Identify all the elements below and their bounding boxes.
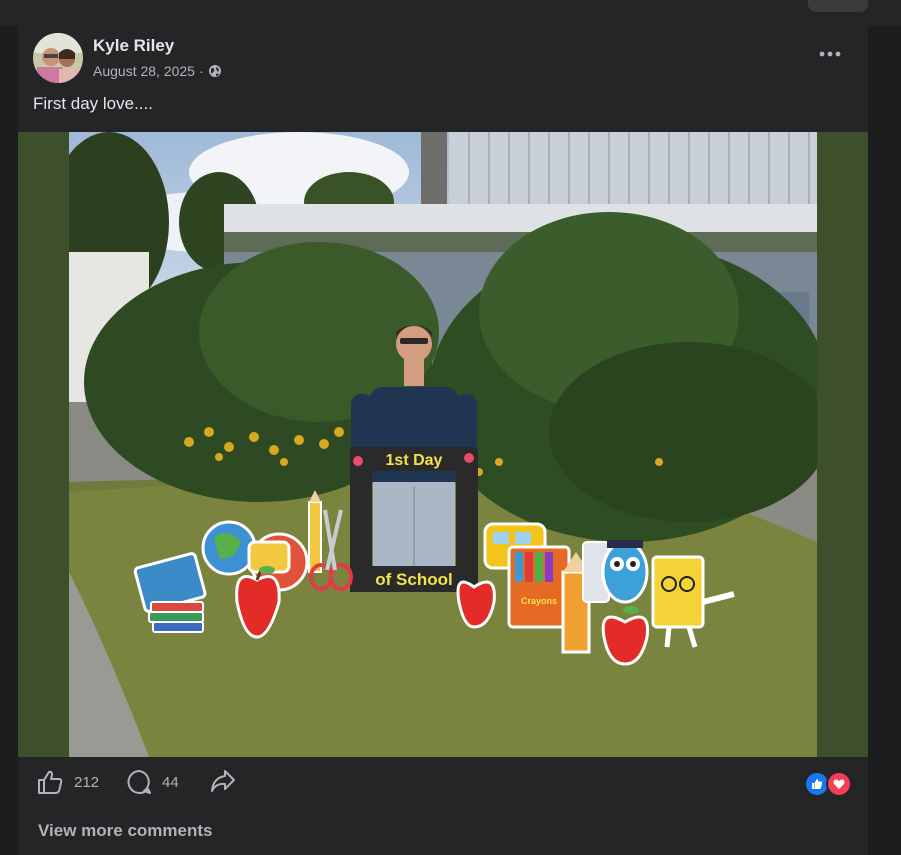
author-name[interactable]: Kyle Riley [93,36,174,56]
reactions-summary[interactable] [804,771,852,797]
top-bar-button[interactable] [808,0,868,12]
share-arrow-icon [211,770,235,792]
avatar[interactable] [33,33,83,83]
sign-top-text: 1st Day [386,452,443,469]
post-meta: August 28, 2025 · [93,63,222,79]
action-bar: 212 44 [18,757,868,807]
post-date[interactable]: August 28, 2025 [93,63,195,79]
sign-bottom-text: of School [375,570,452,589]
top-bar [0,0,901,26]
more-options-button[interactable] [813,42,847,66]
crayon-box-label: Crayons [521,596,557,606]
post-card: Kyle Riley August 28, 2025 · First day l… [18,26,868,855]
photo-container[interactable]: 1st Day of School Crayons [18,132,868,757]
share-button[interactable] [210,769,236,793]
globe-icon[interactable] [208,64,222,78]
thumbs-up-icon [38,770,63,794]
right-scroll-area [868,26,901,855]
comment-button[interactable]: 44 [126,769,179,795]
comment-bubble-icon [127,770,151,794]
meta-separator: · [198,63,204,79]
love-reaction-icon [826,771,852,797]
view-more-comments-link[interactable]: View more comments [38,821,212,841]
like-button[interactable]: 212 [36,769,99,795]
ellipsis-icon [819,51,841,57]
post-caption: First day love.... [33,94,153,113]
comment-count: 44 [162,773,179,791]
left-gutter [0,26,18,855]
like-count: 212 [74,773,100,791]
post-photo[interactable]: 1st Day of School Crayons [69,132,817,757]
